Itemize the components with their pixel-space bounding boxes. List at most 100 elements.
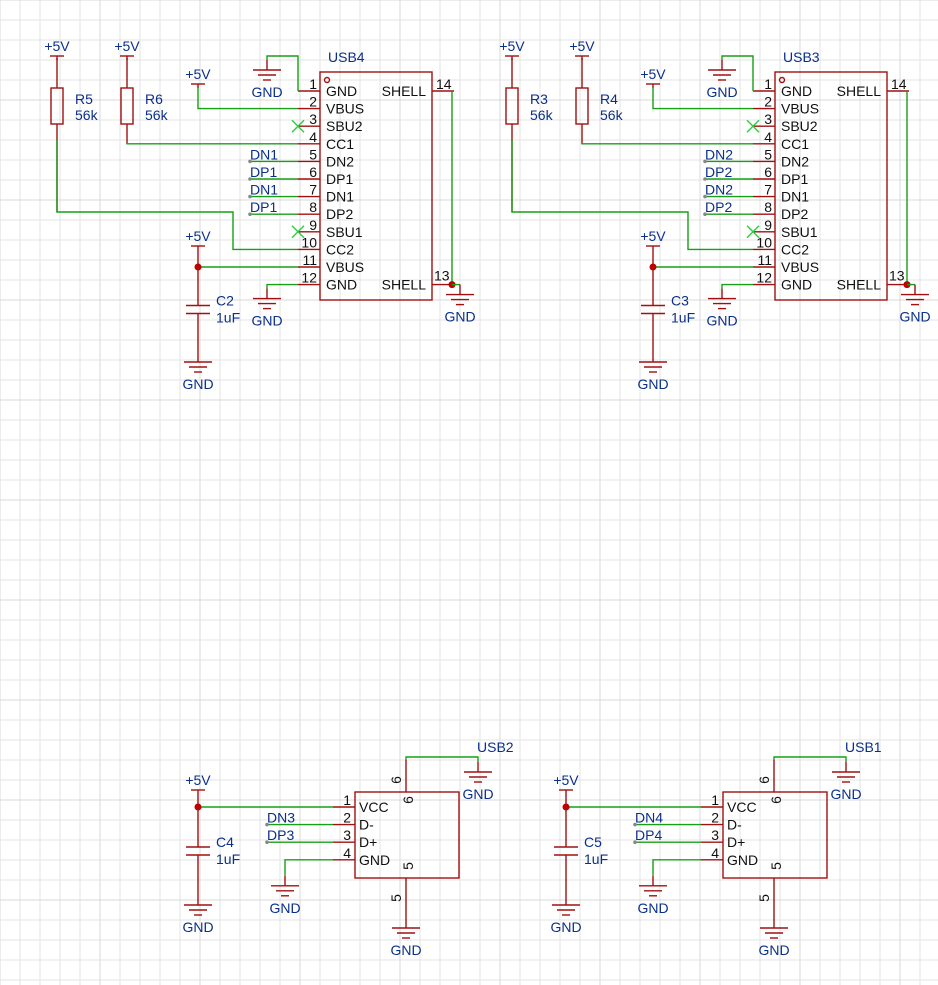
- pin-number: 9: [764, 217, 772, 233]
- vcc-label: +5V: [185, 228, 211, 244]
- pin-number: 13: [434, 268, 450, 284]
- gnd-label: GND: [390, 942, 421, 958]
- pin-number: 2: [764, 94, 772, 110]
- gnd-symbol: GND: [182, 352, 214, 392]
- gnd-label: GND: [706, 313, 737, 329]
- pin-number: 1: [711, 792, 719, 808]
- pin-name: DN2: [326, 153, 354, 169]
- vcc-symbol: +5V: [44, 38, 70, 57]
- pin-name: GND: [359, 852, 390, 868]
- gnd-label: GND: [899, 309, 930, 325]
- pin-name: GND: [326, 83, 357, 99]
- resistor: R556k: [50, 58, 99, 212]
- resistor-body: [120, 87, 134, 125]
- pin-name: DP1: [781, 171, 808, 187]
- pin-name: SBU2: [781, 118, 818, 134]
- pin-number: 4: [343, 845, 351, 861]
- gnd-label: GND: [830, 786, 861, 802]
- pin-number: 4: [764, 129, 772, 145]
- pin-name: D+: [359, 834, 377, 850]
- pin-number: 14: [891, 76, 907, 92]
- pin-number: 7: [764, 182, 772, 198]
- vcc-symbol: +5V: [185, 228, 211, 247]
- pin-name: SHELL: [382, 277, 427, 293]
- pin-name: D-: [359, 817, 374, 833]
- pin-name: 5: [768, 862, 784, 870]
- resistor-ref: R3: [530, 91, 548, 107]
- vcc-symbol: +5V: [640, 66, 666, 85]
- net-label: DP4: [635, 827, 662, 843]
- gnd-label: GND: [251, 313, 282, 329]
- pin-name: D-: [727, 817, 742, 833]
- pin-name: DP2: [781, 206, 808, 222]
- cap-ref: C3: [671, 293, 689, 309]
- pin-name: SHELL: [837, 277, 882, 293]
- usb-c-connector-usb3: USB31 GND2 VBUS3 SBU24 CC15 DN26 DP17 DN18 DP29 S…: [499, 38, 930, 392]
- pin-name: GND: [727, 852, 758, 868]
- vcc-label: +5V: [44, 38, 70, 54]
- pin-name: DP1: [326, 171, 353, 187]
- connector-ref: USB4: [328, 49, 365, 65]
- pin-name: GND: [781, 83, 812, 99]
- connector-ref: USB1: [845, 739, 882, 755]
- gnd-label: GND: [444, 309, 475, 325]
- schematic-canvas[interactable]: USB41 GND2 VBUS3 SBU24 CC15 DN26 DP17 DN18 DP29 S…: [0, 0, 938, 985]
- gnd-label: GND: [182, 919, 213, 935]
- pin-number: 14: [436, 76, 452, 92]
- gnd-symbol: GND: [390, 918, 422, 958]
- vcc-label: +5V: [569, 38, 595, 54]
- pin-number: 3: [711, 827, 719, 843]
- resistor-body: [50, 87, 64, 125]
- gnd-symbol: GND: [706, 288, 738, 329]
- pin-number: 1: [764, 76, 772, 92]
- gnd-symbol: GND: [830, 762, 862, 802]
- pin-number: 2: [343, 810, 351, 826]
- gnd-label: GND: [637, 376, 668, 392]
- pin-number: 7: [309, 182, 317, 198]
- pin-name: SHELL: [382, 83, 427, 99]
- pin-name: VBUS: [781, 101, 819, 117]
- pin-number: 4: [711, 845, 719, 861]
- vcc-symbol: +5V: [185, 66, 211, 85]
- vcc-symbol: +5V: [499, 38, 525, 57]
- pin-number: 6: [309, 164, 317, 180]
- pin-number: 1: [309, 76, 317, 92]
- pin-number: 6: [388, 776, 404, 784]
- resistor-body: [575, 87, 589, 125]
- gnd-wire: [266, 283, 298, 289]
- net-label: DP3: [267, 827, 294, 843]
- vcc-symbol: +5V: [640, 228, 666, 247]
- resistor-value: 56k: [75, 107, 99, 123]
- gnd-symbol: GND: [182, 895, 214, 935]
- gnd-symbol: GND: [637, 875, 669, 916]
- vcc-symbol: +5V: [569, 38, 595, 57]
- vcc-label: +5V: [640, 228, 666, 244]
- resistor-value: 56k: [600, 107, 624, 123]
- cap-ref: C5: [584, 834, 602, 850]
- pin-name: 6: [400, 796, 416, 804]
- gnd-label: GND: [706, 84, 737, 100]
- pin-number: 12: [756, 270, 772, 286]
- pin-name: SHELL: [837, 83, 882, 99]
- net-label: DP2: [705, 199, 732, 215]
- pin-name: VBUS: [326, 101, 364, 117]
- cc1-wire: [581, 142, 753, 145]
- pin-name: DN1: [326, 189, 354, 205]
- resistor-value: 56k: [145, 107, 169, 123]
- pin-number: 5: [388, 894, 404, 902]
- gnd-symbol: GND: [758, 918, 790, 958]
- gnd-wire: [721, 283, 753, 289]
- vcc-symbol: +5V: [114, 38, 140, 57]
- pin-number: 6: [764, 164, 772, 180]
- net-label: DP1: [250, 199, 277, 215]
- resistor: R656k: [120, 58, 169, 144]
- gnd-label: GND: [462, 786, 493, 802]
- resistor-body: [505, 87, 519, 125]
- pin-name: SBU1: [781, 224, 818, 240]
- pin-number: 8: [764, 199, 772, 215]
- pin-number: 5: [764, 146, 772, 162]
- pin-name: CC1: [326, 136, 354, 152]
- cap-value: 1uF: [584, 851, 608, 867]
- vcc-label: +5V: [185, 772, 211, 788]
- vbus-wire: [652, 88, 753, 110]
